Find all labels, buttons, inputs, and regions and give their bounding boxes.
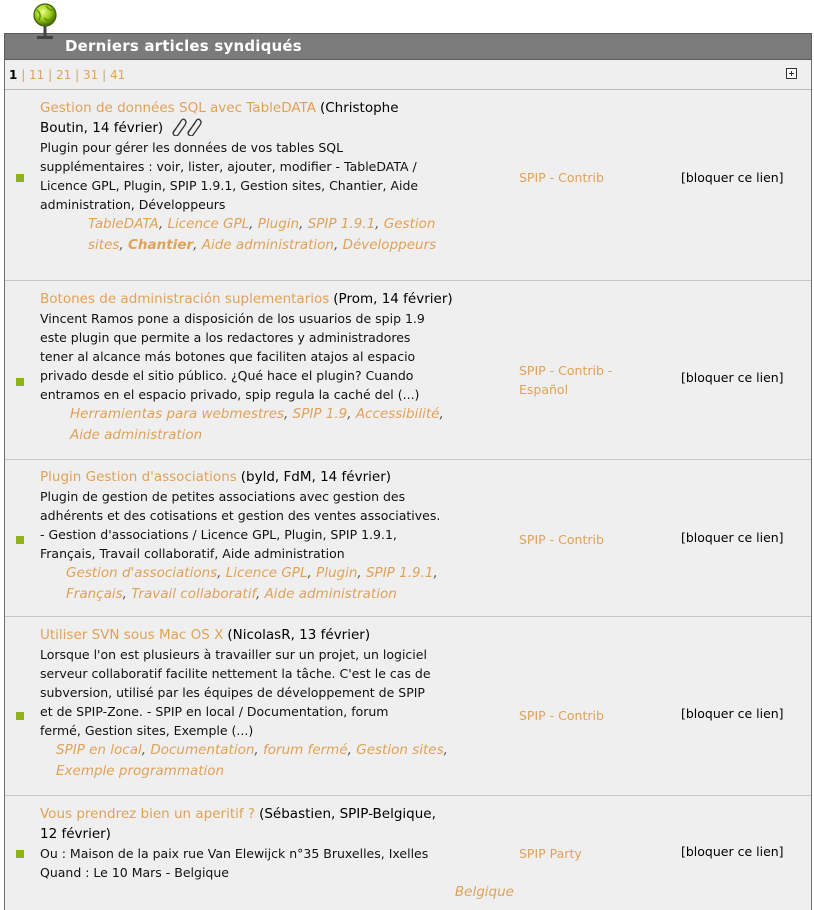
page-link-11[interactable]: 11	[29, 68, 44, 82]
status-bullet	[16, 850, 24, 858]
tag-link[interactable]: Développeurs	[343, 237, 437, 253]
block-link[interactable]: [bloquer ce lien]	[681, 844, 784, 859]
article-meta: (Prom, 14 février)	[333, 291, 453, 307]
tag-link[interactable]: Plugin	[258, 216, 299, 232]
panel-title: Derniers articles syndiqués	[65, 37, 302, 55]
tag-link[interactable]: SPIP 1.9	[293, 406, 348, 422]
tag-link[interactable]: SPIP 1.9.1	[308, 216, 375, 232]
block-link[interactable]: [bloquer ce lien]	[681, 370, 784, 385]
article-title-link[interactable]: Vous prendrez bien un aperitif ?	[40, 806, 255, 822]
tag-link[interactable]: Gestion d'associations	[66, 565, 217, 581]
tag-link[interactable]: forum fermé	[263, 742, 348, 758]
site-link[interactable]: SPIP - Contrib	[519, 706, 604, 725]
article-meta: (NicolasR, 13 février)	[227, 627, 371, 643]
tag-link[interactable]: Plugin	[316, 565, 357, 581]
block-link[interactable]: [bloquer ce lien]	[681, 170, 784, 185]
article-meta: (Sébastien, SPIP-Belgique,	[259, 806, 436, 822]
article-meta: Boutin, 14 février)	[40, 120, 164, 136]
site-link[interactable]: SPIP - Contrib	[519, 530, 604, 549]
article-meta: (Christophe	[319, 100, 399, 116]
tag-link[interactable]: Exemple programmation	[56, 763, 224, 779]
article-tags: SPIP en local, Documentation, forum ferm…	[56, 742, 448, 779]
article-row: Utiliser SVN sous Mac OS X (NicolasR, 13…	[5, 617, 811, 796]
tag-link[interactable]: Travail collaboratif	[131, 586, 256, 602]
page-link-31[interactable]: 31	[83, 68, 98, 82]
status-bullet	[16, 712, 24, 720]
article-description: Lorsque l'on est plusieurs à travailler …	[40, 647, 431, 738]
globe-icon	[33, 3, 57, 39]
tag-link[interactable]: SPIP en local	[56, 742, 142, 758]
article-description: Ou : Maison de la paix rue Van Elewijck …	[40, 846, 429, 880]
tag-link[interactable]: Aide administration	[202, 237, 334, 253]
article-tags: TableDATA, Licence GPL, Plugin, SPIP 1.9…	[88, 216, 437, 253]
attachment-icon[interactable]	[169, 118, 205, 136]
tag-link[interactable]: Herramientas para webmestres	[70, 406, 284, 422]
tag-link[interactable]: Français	[66, 586, 123, 602]
article-meta: 12 février)	[40, 826, 111, 842]
article-description: Plugin pour gérer les données de vos tab…	[40, 140, 419, 212]
tag-link[interactable]: Accessibilité	[356, 406, 440, 422]
tag-link[interactable]: Chantier	[128, 237, 193, 253]
article-description: Plugin de gestion de petites association…	[40, 489, 441, 561]
article-title-link[interactable]: Utiliser SVN sous Mac OS X	[40, 627, 223, 643]
article-tags: Herramientas para webmestres, SPIP 1.9, …	[70, 406, 444, 443]
tag-link[interactable]: sites	[88, 237, 119, 253]
expand-plus-icon[interactable]	[786, 68, 797, 79]
block-link[interactable]: [bloquer ce lien]	[681, 706, 784, 721]
tag-link[interactable]: Aide administration	[70, 427, 202, 443]
tag-link[interactable]: Gestion sites	[356, 742, 443, 758]
article-description: Vincent Ramos pone a disposición de los …	[40, 311, 425, 402]
tag-link[interactable]: Documentation	[150, 742, 254, 758]
status-bullet	[16, 378, 24, 386]
block-link[interactable]: [bloquer ce lien]	[681, 530, 784, 545]
tag-link[interactable]: Licence GPL	[226, 565, 308, 581]
syndicated-articles-panel: Derniers articles syndiqués 1 | 11 | 21 …	[4, 0, 812, 910]
pagination: 1 | 11 | 21 | 31 | 41	[9, 68, 126, 82]
article-meta: (byld, FdM, 14 février)	[240, 469, 392, 485]
article-row: Plugin Gestion d'associations (byld, FdM…	[5, 460, 811, 617]
tag-link[interactable]: SPIP 1.9.1	[366, 565, 433, 581]
status-bullet	[16, 536, 24, 544]
site-link[interactable]: SPIP Party	[519, 844, 582, 863]
tag-link[interactable]: Belgique	[455, 884, 514, 900]
tag-link[interactable]: TableDATA	[88, 216, 159, 232]
article-title-link[interactable]: Botones de administración suplementarios	[40, 291, 329, 307]
status-bullet	[16, 174, 24, 182]
tag-link[interactable]: Licence GPL	[167, 216, 249, 232]
page-link-41[interactable]: 41	[110, 68, 125, 82]
article-title-link[interactable]: Plugin Gestion d'associations	[40, 469, 237, 485]
article-row: Gestion de données SQL avec TableDATA (C…	[5, 90, 811, 281]
article-title-link[interactable]: Gestion de données SQL avec TableDATA	[40, 100, 316, 116]
panel-header: Derniers articles syndiqués	[4, 33, 812, 60]
site-link[interactable]: SPIP - Contrib	[519, 168, 604, 187]
article-tags: Belgique	[40, 882, 518, 903]
article-row: Vous prendrez bien un aperitif ? (Sébast…	[5, 796, 811, 910]
pagination-bar: 1 | 11 | 21 | 31 | 41	[5, 60, 811, 90]
article-tags: Gestion d'associations, Licence GPL, Plu…	[66, 565, 438, 602]
tag-link[interactable]: Gestion	[384, 216, 436, 232]
page-current: 1	[9, 68, 18, 82]
site-link[interactable]: SPIP - Contrib - Español	[519, 361, 612, 399]
page-link-21[interactable]: 21	[56, 68, 71, 82]
article-row: Botones de administración suplementarios…	[5, 281, 811, 460]
tag-link[interactable]: Aide administration	[265, 586, 397, 602]
articles-box: 1 | 11 | 21 | 31 | 41 Gestion de données…	[4, 60, 812, 910]
